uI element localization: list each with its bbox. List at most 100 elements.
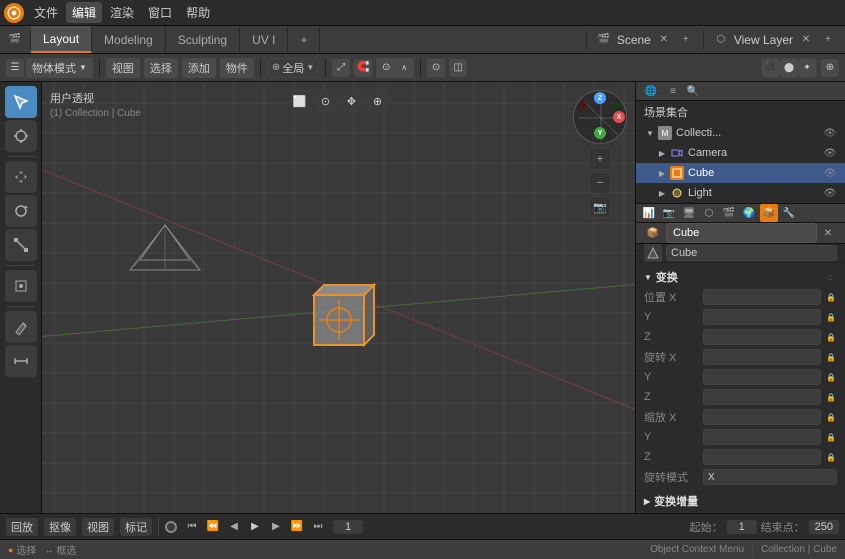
start-frame-field[interactable]: 1 (727, 520, 757, 534)
delta-transform-header[interactable]: ▶ 变换增量 (644, 491, 837, 511)
rotation-z-lock[interactable]: 🔒 (825, 391, 837, 403)
proportional-edit[interactable]: ⊙ (377, 59, 395, 77)
proportional-edit-type[interactable]: ∧ (395, 59, 413, 77)
expand-camera[interactable]: ▶ (656, 147, 668, 159)
jump-end-btn[interactable]: ⏭ (309, 518, 327, 536)
annotate-tool[interactable] (5, 311, 37, 343)
gizmo-neg-y[interactable] (613, 101, 622, 110)
jump-start-btn[interactable]: ⏮ (183, 518, 201, 536)
add-menu[interactable]: 添加 (182, 58, 216, 78)
xray-icon[interactable]: ◫ (449, 59, 467, 77)
outliner-filter[interactable]: ≡ (664, 82, 682, 100)
object-name-close[interactable]: ✕ (819, 224, 837, 242)
outliner-camera[interactable]: ▶ Camera 👁 (636, 143, 845, 163)
prop-tab-view-layer[interactable]: ⬡ (700, 204, 718, 222)
rotation-x-lock[interactable]: 🔒 (825, 351, 837, 363)
select-box-tool[interactable] (5, 86, 37, 118)
view-layer-selector[interactable]: ⬡ View Layer ✕ + (703, 31, 845, 49)
menu-edit[interactable]: 编辑 (66, 2, 102, 23)
outliner-collection[interactable]: ▼ M Collecti... 👁 (636, 123, 845, 143)
prev-keyframe-btn[interactable]: ◀ (225, 518, 243, 536)
view-layer-extra[interactable]: ✕ (797, 31, 815, 49)
object-menu[interactable]: 物件 (220, 58, 254, 78)
collection-visibility[interactable]: 👁 (823, 126, 837, 140)
prop-icon-type[interactable]: 📊 (640, 204, 658, 222)
view-btn[interactable]: 视图 (82, 518, 114, 536)
tab-layout[interactable]: Layout (31, 26, 92, 53)
menu-help[interactable]: 帮助 (180, 2, 216, 23)
cursor-tool[interactable] (5, 120, 37, 152)
location-x-field[interactable] (703, 289, 821, 305)
tab-modeling[interactable]: Modeling (92, 26, 166, 53)
expand-cube[interactable]: ▶ (656, 167, 668, 179)
tab-plus[interactable]: + (288, 26, 320, 53)
gizmo-neg-x[interactable] (578, 101, 587, 110)
editor-type-icon[interactable]: 🎬 (6, 31, 24, 49)
scene-extra-icon[interactable]: ✕ (655, 31, 673, 49)
gizmo-y[interactable]: Y (594, 127, 606, 139)
prop-tab-modifiers[interactable]: 🔧 (780, 204, 798, 222)
select-menu[interactable]: 选择 (144, 58, 178, 78)
viewport-extras[interactable]: ⊕ (821, 59, 839, 77)
prev-frame-btn[interactable]: ⏪ (204, 518, 222, 536)
object-name-field[interactable]: Cube (666, 223, 817, 243)
solid-shading[interactable]: ⬛ (762, 59, 780, 77)
cube-visibility[interactable]: 👁 (823, 166, 837, 180)
scale-y-lock[interactable]: 🔒 (825, 431, 837, 443)
next-keyframe-btn[interactable]: ▶ (267, 518, 285, 536)
zoom-out-btn[interactable]: − (589, 172, 611, 194)
location-z-field[interactable] (703, 329, 821, 345)
markers-btn[interactable]: 抠像 (44, 518, 76, 536)
rotation-z-field[interactable] (703, 389, 821, 405)
measure-tool[interactable] (5, 345, 37, 377)
transform-header[interactable]: ▼ 变换 :: (644, 267, 837, 287)
outliner-search[interactable]: 🔍 (684, 82, 702, 100)
scene-selector[interactable]: 🎬 Scene ✕ + (586, 31, 703, 49)
rendered-shading[interactable]: ✦ (798, 59, 816, 77)
zoom-in-btn[interactable]: + (589, 148, 611, 170)
rotation-y-lock[interactable]: 🔒 (825, 371, 837, 383)
scale-x-field[interactable] (703, 409, 821, 425)
scale-tool[interactable] (5, 229, 37, 261)
outliner-light[interactable]: ▶ Light 👁 (636, 183, 845, 203)
camera-visibility[interactable]: 👁 (823, 146, 837, 160)
scale-z-lock[interactable]: 🔒 (825, 451, 837, 463)
viewport-icon-4[interactable]: ⊕ (367, 90, 389, 112)
rotation-mode-field[interactable]: X (703, 469, 837, 485)
move-tool[interactable] (5, 161, 37, 193)
data-name-field[interactable]: Cube (666, 245, 837, 261)
rotation-x-field[interactable] (703, 349, 821, 365)
current-frame[interactable]: 1 (333, 520, 363, 534)
viewport-icon-3[interactable]: ✥ (341, 90, 363, 112)
prop-tab-output[interactable]: 🖥 (680, 204, 698, 222)
scene-add-icon[interactable]: + (677, 31, 695, 49)
viewport-icon-2[interactable]: ⊙ (315, 90, 337, 112)
view-layer-add[interactable]: + (819, 31, 837, 49)
location-x-lock[interactable]: 🔒 (825, 291, 837, 303)
menu-window[interactable]: 窗口 (142, 2, 178, 23)
outliner-icon[interactable]: 🌐 (642, 82, 660, 100)
menu-file[interactable]: 文件 (28, 2, 64, 23)
light-visibility[interactable]: 👁 (823, 186, 837, 200)
scale-z-field[interactable] (703, 449, 821, 465)
next-frame-btn[interactable]: ⏩ (288, 518, 306, 536)
expand-collection[interactable]: ▼ (644, 127, 656, 139)
location-y-field[interactable] (703, 309, 821, 325)
material-shading[interactable]: ⬤ (780, 59, 798, 77)
gizmo-x[interactable]: X (613, 111, 625, 123)
outliner-cube[interactable]: ▶ Cube 👁 (636, 163, 845, 183)
viewport-icon-1[interactable]: ⬜ (289, 90, 311, 112)
viewport[interactable]: 用户透视 (1) Collection | Cube ⬜ ⊙ ✥ ⊕ (42, 82, 635, 513)
snap-toggle[interactable]: 🧲 (354, 59, 372, 77)
mode-selector[interactable]: 物体模式 ▼ (26, 58, 93, 78)
location-y-lock[interactable]: 🔒 (825, 311, 837, 323)
scale-x-lock[interactable]: 🔒 (825, 411, 837, 423)
rotation-y-field[interactable] (703, 369, 821, 385)
transform-tool[interactable] (5, 270, 37, 302)
play-btn[interactable]: ▶ (246, 518, 264, 536)
overlay-icon[interactable]: ⊙ (427, 59, 445, 77)
gizmo-z[interactable]: Z (594, 92, 606, 104)
prop-tab-object[interactable]: 📦 (760, 204, 778, 222)
tab-sculpting[interactable]: Sculpting (166, 26, 240, 53)
location-z-lock[interactable]: 🔒 (825, 331, 837, 343)
